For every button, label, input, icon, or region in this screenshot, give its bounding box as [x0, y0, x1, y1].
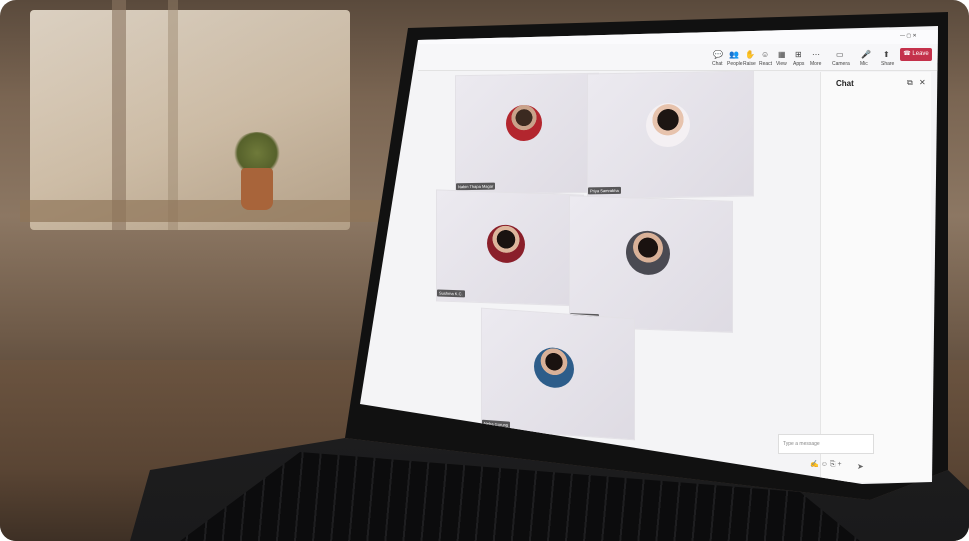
- leave-button[interactable]: ☎ Leave: [900, 48, 932, 61]
- toolbar-apps-label[interactable]: Apps: [793, 61, 804, 67]
- participant-name: Nabin Thapa Magar: [456, 182, 496, 191]
- toolbar-more-label[interactable]: More: [810, 61, 821, 67]
- toolbar-people-label[interactable]: People: [727, 61, 743, 67]
- chat-icon[interactable]: 💬: [713, 50, 723, 59]
- chat-panel: [820, 72, 931, 482]
- send-icon[interactable]: ➤: [857, 462, 864, 471]
- window-frame: [112, 0, 126, 230]
- emoji-icon[interactable]: ☺: [821, 461, 830, 468]
- participant-tile[interactable]: Pooja Rokaya: [569, 195, 733, 333]
- more-icon[interactable]: ⋯: [812, 50, 820, 59]
- compose-icons[interactable]: ✍☺⎘+: [810, 460, 844, 469]
- window-sill: [20, 200, 380, 222]
- participant-avatar: [487, 224, 525, 264]
- close-icon[interactable]: ✕: [919, 78, 926, 87]
- plus-icon[interactable]: +: [837, 461, 843, 468]
- participant-avatar: [534, 346, 574, 390]
- participant-avatar: [626, 230, 670, 276]
- camera-icon[interactable]: ▭: [836, 50, 844, 59]
- participant-tile[interactable]: Sushma K.C.: [436, 189, 584, 307]
- participant-tile[interactable]: Neha Gurung: [481, 307, 635, 441]
- smile-icon[interactable]: ☺: [761, 50, 769, 59]
- apps-icon[interactable]: ⊞: [795, 50, 802, 59]
- toolbar-share-label[interactable]: Share: [881, 61, 894, 67]
- participant-name: Priya Samrabha: [588, 186, 621, 195]
- participant-tile[interactable]: Nabin Thapa Magar: [455, 72, 599, 196]
- toolbar-mic-label[interactable]: Mic: [860, 61, 868, 67]
- toolbar-raise-label[interactable]: Raise: [743, 61, 756, 67]
- participant-name: Sushma K.C.: [437, 289, 465, 298]
- toolbar-react-label[interactable]: React: [759, 61, 772, 67]
- window-frame: [168, 0, 178, 230]
- popout-icon[interactable]: ⧉: [907, 78, 913, 88]
- plant-pot: [241, 168, 273, 210]
- participant-avatar: [646, 102, 690, 148]
- toolbar-camera-label[interactable]: Camera: [832, 61, 850, 67]
- window-light: [30, 10, 350, 230]
- format-icon[interactable]: ✍: [810, 461, 821, 468]
- chat-title: Chat: [836, 79, 854, 88]
- share-icon[interactable]: ⬆: [883, 50, 890, 59]
- message-input[interactable]: Type a message: [778, 434, 874, 454]
- window-controls[interactable]: — ▢ ✕: [900, 33, 917, 39]
- participant-avatar: [506, 104, 542, 142]
- grid-icon[interactable]: ▦: [778, 50, 786, 59]
- mic-icon[interactable]: 🎤: [861, 50, 871, 59]
- leave-label: Leave: [912, 51, 929, 57]
- background-photo: — ▢ ✕ Chat People Raise React View Apps …: [0, 0, 969, 541]
- toolbar-chat-label[interactable]: Chat: [712, 61, 723, 67]
- toolbar-view-label[interactable]: View: [776, 61, 787, 67]
- people-icon[interactable]: 👥: [729, 50, 739, 59]
- participant-tile[interactable]: Priya Samrabha: [587, 70, 754, 200]
- hand-icon[interactable]: ✋: [745, 50, 755, 59]
